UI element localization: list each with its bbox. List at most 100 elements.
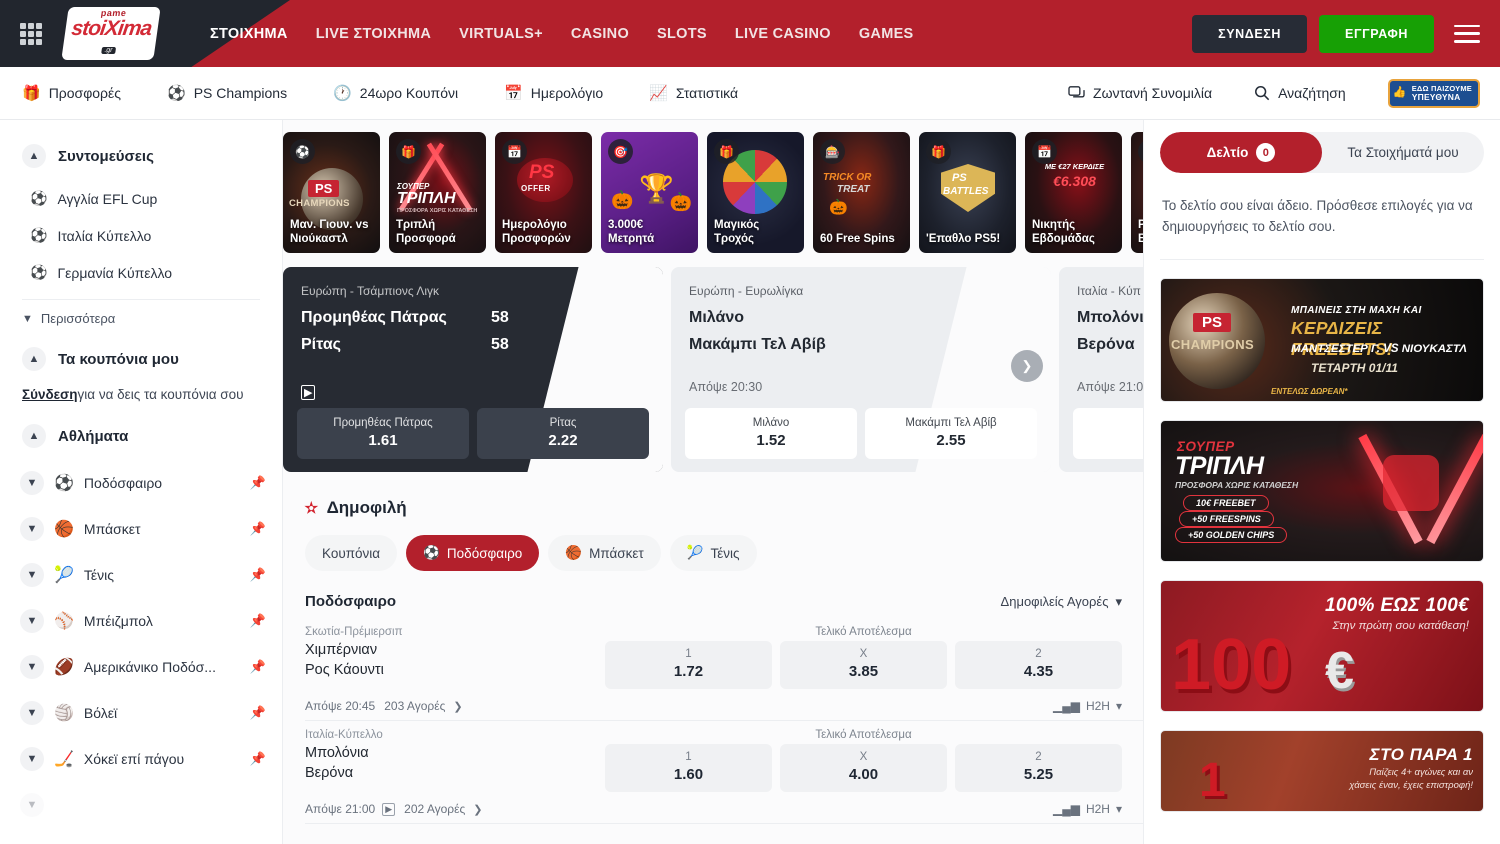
pin-icon[interactable]: 📌: [250, 613, 266, 629]
pin-icon[interactable]: 📌: [250, 567, 266, 583]
live-card-1[interactable]: Ευρώπη - Τσάμπιονς Λιγκ Προμηθέας Πάτρας…: [283, 267, 663, 472]
sidebar-item-ice-hockey[interactable]: ▼ 🏒 Χόκεϊ επί πάγου 📌: [0, 736, 282, 782]
sidebar-item-germany-cup[interactable]: ⚽ Γερμανία Κύπελλο: [0, 254, 282, 291]
pin-icon[interactable]: 📌: [250, 475, 266, 491]
live-card-2[interactable]: Ευρώπη - Ευρωλίγκα Μιλάνο Μακάμπι Τελ Αβ…: [671, 267, 1051, 472]
chevron-down-icon[interactable]: ▼: [20, 471, 44, 495]
sidebar-item-next[interactable]: ▼: [0, 782, 282, 828]
search-button[interactable]: Αναζήτηση: [1254, 85, 1346, 101]
stream-icon[interactable]: ▶: [301, 385, 315, 400]
side-banner-ps-champions[interactable]: PS CHAMPIONS ΜΠΑΙΝΕΙΣ ΣΤΗ ΜΑΧΗ ΚΑΙ ΚΕΡΔΙ…: [1160, 278, 1484, 402]
match-row[interactable]: Ιταλία-Κύπελλο Μπολόνια Βερόνα Τελικό Απ…: [305, 721, 1143, 824]
chevron-down-icon[interactable]: ▼: [20, 701, 44, 725]
markets-selector[interactable]: Δημοφιλείς Αγορές ▾: [1001, 594, 1122, 610]
sidebar-item-italy-cup[interactable]: ⚽ Ιταλία Κύπελλο: [0, 217, 282, 254]
tab-my-bets[interactable]: Τα Στοιχήματά μου: [1322, 132, 1484, 173]
live-chat-button[interactable]: Ζωντανή Συνομιλία: [1068, 85, 1212, 101]
nav-item-live-casino[interactable]: LIVE CASINO: [735, 26, 831, 42]
chevron-right-icon[interactable]: ❯: [473, 803, 482, 816]
promo-card-ps-champions[interactable]: PS CHAMPIONS ⚽ Μαν. Γιουν. vs Νιούκαστλ: [283, 132, 380, 253]
sidebar-item-baseball[interactable]: ▼ ⚾ Μπέιζμπολ 📌: [0, 598, 282, 644]
tab-betslip[interactable]: Δελτίο 0: [1160, 132, 1322, 173]
match-markets-count[interactable]: 203 Αγορές: [384, 699, 445, 713]
stream-icon[interactable]: ▶: [382, 803, 395, 816]
chevron-up-icon[interactable]: ▲: [22, 424, 46, 448]
chevron-down-icon[interactable]: ▼: [20, 655, 44, 679]
sidebar-item-football[interactable]: ▼ ⚽ Ποδόσφαιρο 📌: [0, 460, 282, 506]
side-banner-para-ena[interactable]: ΣΤΟ ΠΑΡΑ 1 Παίζεις 4+ αγώνες και αν χάσε…: [1160, 730, 1484, 812]
match-home-team: Χιμπέρνιαν: [305, 642, 605, 658]
odd-button-1[interactable]: 1 1.60: [605, 744, 772, 792]
pin-icon[interactable]: 📌: [250, 751, 266, 767]
live-odd-button[interactable]: Ρίτας 2.22: [477, 408, 649, 459]
promo-card-super-triple[interactable]: ΣΟΥΠΕΡ ΤΡΙΠΛΗ ΠΡΟΣΦΟΡΑ ΧΩΡΙΣ ΚΑΤΑΘΕΣΗ 🎁 …: [389, 132, 486, 253]
tab-football[interactable]: ⚽ Ποδόσφαιρο: [406, 535, 539, 571]
chevron-up-icon[interactable]: ▲: [22, 347, 46, 371]
pin-icon[interactable]: 📌: [250, 659, 266, 675]
apps-grid-icon[interactable]: [20, 23, 42, 45]
live-odd-button[interactable]: Μακάμπι Τελ Αβίβ 2.55: [865, 408, 1037, 459]
subnav-item-ps-champions[interactable]: ⚽ PS Champions: [167, 85, 287, 101]
subnav-item-offers[interactable]: 🎁 Προσφορές: [22, 85, 121, 101]
odd-button-2[interactable]: 2 5.25: [955, 744, 1122, 792]
chevron-down-icon[interactable]: ▼: [20, 517, 44, 541]
promo-card-weekly-winner[interactable]: ΜΕ €27 ΚΕΡΔΙΣΕ €6.308 📅 Νικητής Εβδομάδα…: [1025, 132, 1122, 253]
signup-button[interactable]: ΕΓΓΡΑΦΗ: [1319, 15, 1434, 53]
live-odd-button[interactable]: Μιλάνο 1.52: [685, 408, 857, 459]
sidebar-item-american-football[interactable]: ▼ 🏈 Αμερικάνικο Ποδόσ... 📌: [0, 644, 282, 690]
side-banner-super-triple[interactable]: ΣΟΥΠΕΡ ΤΡΙΠΛΗ ΠΡΟΣΦΟΡΑ ΧΩΡΙΣ ΚΑΤΑΘΕΣΗ 10…: [1160, 420, 1484, 562]
subnav-item-24h-coupon[interactable]: 🕐 24ωρο Κουπόνι: [333, 85, 458, 101]
odd-button-x[interactable]: X 4.00: [780, 744, 947, 792]
chevron-down-icon[interactable]: ▼: [20, 563, 44, 587]
h2h-button[interactable]: ▁▄▆ H2H ▾: [1053, 802, 1122, 816]
pin-icon[interactable]: 📌: [250, 705, 266, 721]
nav-item-virtuals[interactable]: VIRTUALS+: [459, 26, 543, 42]
tab-basketball[interactable]: 🏀 Μπάσκετ: [548, 535, 660, 571]
odd-button-2[interactable]: 2 4.35: [955, 641, 1122, 689]
promo-card-magic-wheel[interactable]: 🎁 Μαγικός Τροχός: [707, 132, 804, 253]
live-odd-button[interactable]: 1 1.6: [1073, 408, 1143, 459]
promo-card-calendar[interactable]: PS OFFER 📅 Ημερολόγιο Προσφορών: [495, 132, 592, 253]
side-banner-first-deposit[interactable]: 100% ΕΩΣ 100€ Στην πρώτη σου κατάθεση! 1…: [1160, 580, 1484, 712]
sidebar-more-button[interactable]: ▼ Περισσότερα: [0, 300, 282, 337]
sidebar-item-volleyball[interactable]: ▼ 🏐 Βόλεϊ 📌: [0, 690, 282, 736]
subnav-item-statistics[interactable]: 📈 Στατιστικά: [649, 85, 738, 101]
promo-card-free-spins[interactable]: TRICK OR TREAT 🎃 🎰 60 Free Spins: [813, 132, 910, 253]
nav-item-casino[interactable]: CASINO: [571, 26, 629, 42]
odd-button-1[interactable]: 1 1.72: [605, 641, 772, 689]
responsible-gaming-badge[interactable]: ΕΔΩ ΠΑΙΖΟΥΜΕ ΥΠΕΥΘΥΝΑ: [1388, 79, 1480, 108]
chevron-down-icon[interactable]: ▼: [20, 793, 44, 817]
live-odd-button[interactable]: Προμηθέας Πάτρας 1.61: [297, 408, 469, 459]
nav-item-games[interactable]: GAMES: [859, 26, 914, 42]
nav-item-stoixima[interactable]: ΣΤΟΙΧΗΜΑ: [210, 26, 288, 42]
live-card-3[interactable]: Ιταλία - Κύπ Μπολόνι Βερόνα Απόψε 21:0 1…: [1059, 267, 1143, 472]
h2h-button[interactable]: ▁▄▆ H2H ▾: [1053, 699, 1122, 713]
chevron-down-icon[interactable]: ▼: [20, 609, 44, 633]
hamburger-menu-icon[interactable]: [1454, 25, 1480, 43]
match-row[interactable]: Σκωτία-Πρέμιερσιπ Χιμπέρνιαν Ρος Κάουντι…: [305, 618, 1143, 721]
tab-coupons[interactable]: Κουπόνια: [305, 535, 397, 571]
login-button[interactable]: ΣΥΝΔΕΣΗ: [1192, 15, 1307, 53]
chevron-right-icon[interactable]: ❯: [453, 700, 462, 713]
odd-button-x[interactable]: X 3.85: [780, 641, 947, 689]
sports-header[interactable]: ▲ Αθλήματα: [0, 414, 282, 460]
shortcuts-header[interactable]: ▲ Συντομεύσεις: [0, 134, 282, 180]
chevron-down-icon[interactable]: ▼: [20, 747, 44, 771]
sidebar-item-basketball[interactable]: ▼ 🏀 Μπάσκετ 📌: [0, 506, 282, 552]
live-carousel-next-button[interactable]: ❯: [1011, 350, 1043, 382]
coupons-login-link[interactable]: Σύνδεση: [22, 387, 78, 402]
promo-card-ps5-prize[interactable]: PS BATTLES 🎁 'Επαθλο PS5!: [919, 132, 1016, 253]
my-coupons-header[interactable]: ▲ Τα κουπόνια μου: [0, 337, 282, 383]
nav-item-live-stoixima[interactable]: LIVE ΣΤΟΙΧΗΜΑ: [316, 26, 431, 42]
site-logo[interactable]: pame stoiXima .gr: [58, 10, 164, 58]
match-markets-count[interactable]: 202 Αγορές: [404, 802, 465, 816]
tab-tennis[interactable]: 🎾 Τένις: [670, 535, 757, 571]
chevron-up-icon[interactable]: ▲: [22, 144, 46, 168]
promo-card-cash[interactable]: 🏆 🎃 🎃 🎯 3.000€ Μετρητά: [601, 132, 698, 253]
sidebar-item-tennis[interactable]: ▼ 🎾 Τένις 📌: [0, 552, 282, 598]
nav-item-slots[interactable]: SLOTS: [657, 26, 707, 42]
promo-card-pragmatic[interactable]: 🎰 Pragmatic Buy Bonus ❯: [1131, 132, 1143, 253]
sidebar-item-efl-cup[interactable]: ⚽ Αγγλία EFL Cup: [0, 180, 282, 217]
pin-icon[interactable]: 📌: [250, 521, 266, 537]
subnav-item-calendar[interactable]: 📅 Ημερολόγιο: [504, 85, 603, 101]
